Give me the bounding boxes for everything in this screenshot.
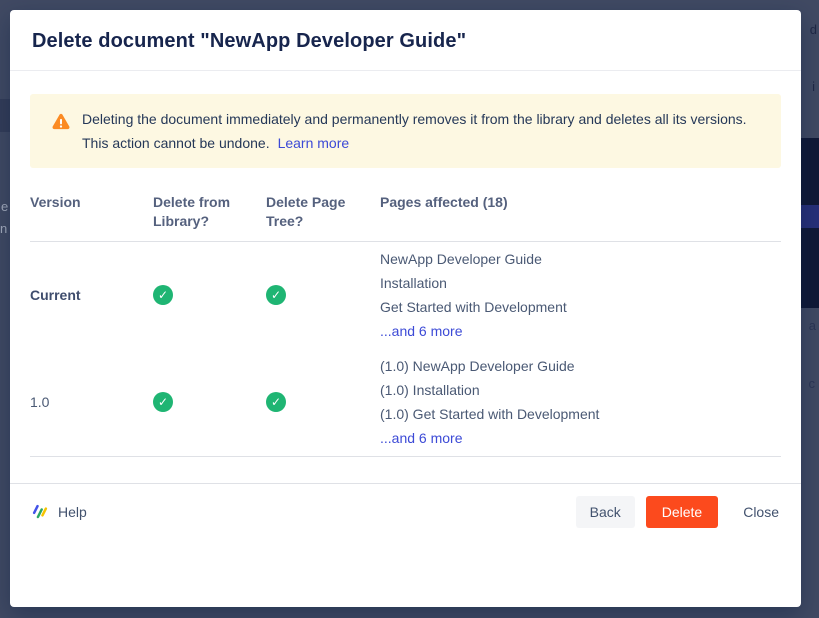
column-header-pages-affected: Pages affected (18) (380, 193, 781, 231)
versions-table-header: Version Delete from Library? Delete Page… (30, 193, 781, 242)
versions-table: Version Delete from Library? Delete Page… (30, 193, 781, 457)
help-brand-icon (30, 502, 50, 522)
warning-message: Deleting the document immediately and pe… (82, 111, 747, 151)
dialog-footer: Help Back Delete Close (10, 483, 801, 607)
and-more-link[interactable]: ...and 6 more (380, 430, 463, 446)
warning-banner: Deleting the document immediately and pe… (30, 94, 781, 168)
dialog-header: Delete document "NewApp Developer Guide" (10, 10, 801, 71)
version-label: Current (30, 287, 153, 303)
check-icon: ✓ (153, 285, 173, 305)
check-icon: ✓ (266, 285, 286, 305)
delete-page-tree-cell: ✓ (266, 285, 380, 305)
table-row-current: Current ✓ ✓ NewApp Developer Guide Insta… (30, 242, 781, 349)
footer-actions: Back Delete Close (576, 496, 781, 528)
dialog-title: Delete document "NewApp Developer Guide" (32, 30, 779, 53)
pages-affected-cell: (1.0) NewApp Developer Guide (1.0) Insta… (380, 354, 781, 450)
table-row-1-0: 1.0 ✓ ✓ (1.0) NewApp Developer Guide (1.… (30, 349, 781, 456)
column-header-delete-page-tree: Delete Page Tree? (266, 193, 380, 231)
delete-from-library-cell: ✓ (153, 285, 266, 305)
backdrop-dark-panel (800, 138, 819, 308)
backdrop-text-fragment: a (809, 318, 816, 333)
backdrop-text-fragment: i (812, 79, 815, 94)
close-button[interactable]: Close (741, 496, 781, 528)
page-name: (1.0) NewApp Developer Guide (380, 354, 781, 378)
page-name: Get Started with Development (380, 295, 781, 319)
delete-button[interactable]: Delete (646, 496, 718, 528)
check-icon: ✓ (153, 392, 173, 412)
page-name: (1.0) Installation (380, 378, 781, 402)
backdrop-text-fragment: c (809, 376, 816, 391)
warning-text: Deleting the document immediately and pe… (82, 107, 765, 155)
version-label: 1.0 (30, 394, 153, 410)
backdrop-blue-band (800, 205, 819, 228)
help-label: Help (58, 504, 87, 520)
back-button[interactable]: Back (576, 496, 635, 528)
versions-table-body: Current ✓ ✓ NewApp Developer Guide Insta… (30, 242, 781, 457)
delete-document-dialog: Delete document "NewApp Developer Guide"… (10, 10, 801, 607)
page-name: Installation (380, 271, 781, 295)
column-header-delete-from-library: Delete from Library? (153, 193, 266, 231)
check-icon: ✓ (266, 392, 286, 412)
pages-affected-cell: NewApp Developer Guide Installation Get … (380, 247, 781, 343)
delete-page-tree-cell: ✓ (266, 392, 380, 412)
and-more-link[interactable]: ...and 6 more (380, 323, 463, 339)
learn-more-link[interactable]: Learn more (278, 135, 350, 151)
column-header-version: Version (30, 193, 153, 231)
page-name: (1.0) Get Started with Development (380, 402, 781, 426)
delete-from-library-cell: ✓ (153, 392, 266, 412)
dialog-body: Deleting the document immediately and pe… (10, 71, 801, 457)
warning-triangle-icon (50, 111, 72, 133)
help-control[interactable]: Help (30, 496, 87, 528)
backdrop-text-fragment: d (810, 22, 817, 37)
page-name: NewApp Developer Guide (380, 247, 781, 271)
backdrop-text-fragment: e (1, 199, 8, 214)
